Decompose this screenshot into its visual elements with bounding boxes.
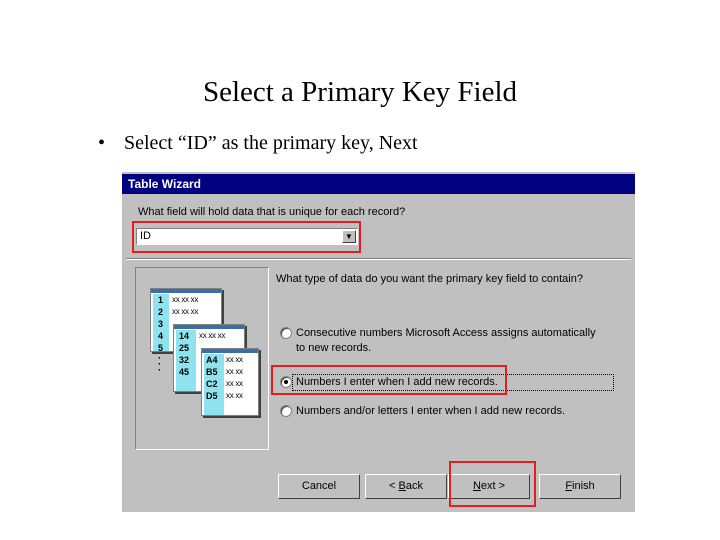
filler-cells: xx xx xx — [172, 295, 199, 304]
next-button-highlight — [449, 461, 536, 507]
more-rows-icon: · · · — [158, 353, 162, 376]
field-select-highlight — [132, 221, 361, 253]
key-cell: 2 — [158, 307, 164, 317]
table-wizard-dialog: Table Wizard What field will hold data t… — [122, 172, 635, 512]
primary-key-illustration: 1 2 3 4 5 xx xx xx xx xx xx · · · 14 25 32… — [135, 267, 269, 450]
slide-title: Select a Primary Key Field — [202, 76, 518, 108]
key-cell: 1 — [158, 295, 164, 305]
filler-cells: xx xx — [226, 367, 243, 376]
key-cell: 14 — [179, 331, 190, 341]
key-cell: 32 — [179, 355, 190, 365]
divider — [126, 258, 631, 260]
option-consecutive-label-line2[interactable]: to new records. — [296, 342, 371, 354]
key-cell: 45 — [179, 367, 190, 377]
key-cell: B5 — [206, 367, 218, 377]
option-consecutive-radio[interactable] — [280, 327, 292, 339]
option-letters-label[interactable]: Numbers and/or letters I enter when I ad… — [296, 405, 565, 417]
finish-button[interactable]: Finish — [539, 474, 621, 499]
bullet-symbol: • — [98, 132, 106, 154]
sheet-illustration-3: A4 B5 C2 D5 xx xx xx xx xx xx xx xx — [201, 348, 259, 416]
key-cell: 4 — [158, 331, 164, 341]
key-cell: C2 — [206, 379, 218, 389]
filler-cells: xx xx — [226, 379, 243, 388]
filler-cells: xx xx — [226, 391, 243, 400]
key-cell: 3 — [158, 319, 164, 329]
key-cell: D5 — [206, 391, 218, 401]
cancel-button[interactable]: Cancel — [278, 474, 360, 499]
unique-field-prompt: What field will hold data that is unique… — [138, 206, 406, 218]
option-letters-radio[interactable] — [280, 405, 292, 417]
datatype-prompt: What type of data do you want the primar… — [276, 273, 583, 285]
filler-cells: xx xx xx — [172, 307, 199, 316]
filler-cells: xx xx xx — [199, 331, 226, 340]
back-button[interactable]: < Back — [365, 474, 447, 499]
numbers-option-highlight — [271, 365, 507, 395]
filler-cells: xx xx — [226, 355, 243, 364]
key-cell: A4 — [206, 355, 218, 365]
option-consecutive-label[interactable]: Consecutive numbers Microsoft Access ass… — [296, 327, 596, 339]
instruction-text: Select “ID” as the primary key, Next — [124, 132, 418, 154]
instruction-bullet: • Select “ID” as the primary key, Next — [98, 132, 418, 155]
dialog-title-bar: Table Wizard — [122, 174, 635, 194]
key-cell: 25 — [179, 343, 190, 353]
